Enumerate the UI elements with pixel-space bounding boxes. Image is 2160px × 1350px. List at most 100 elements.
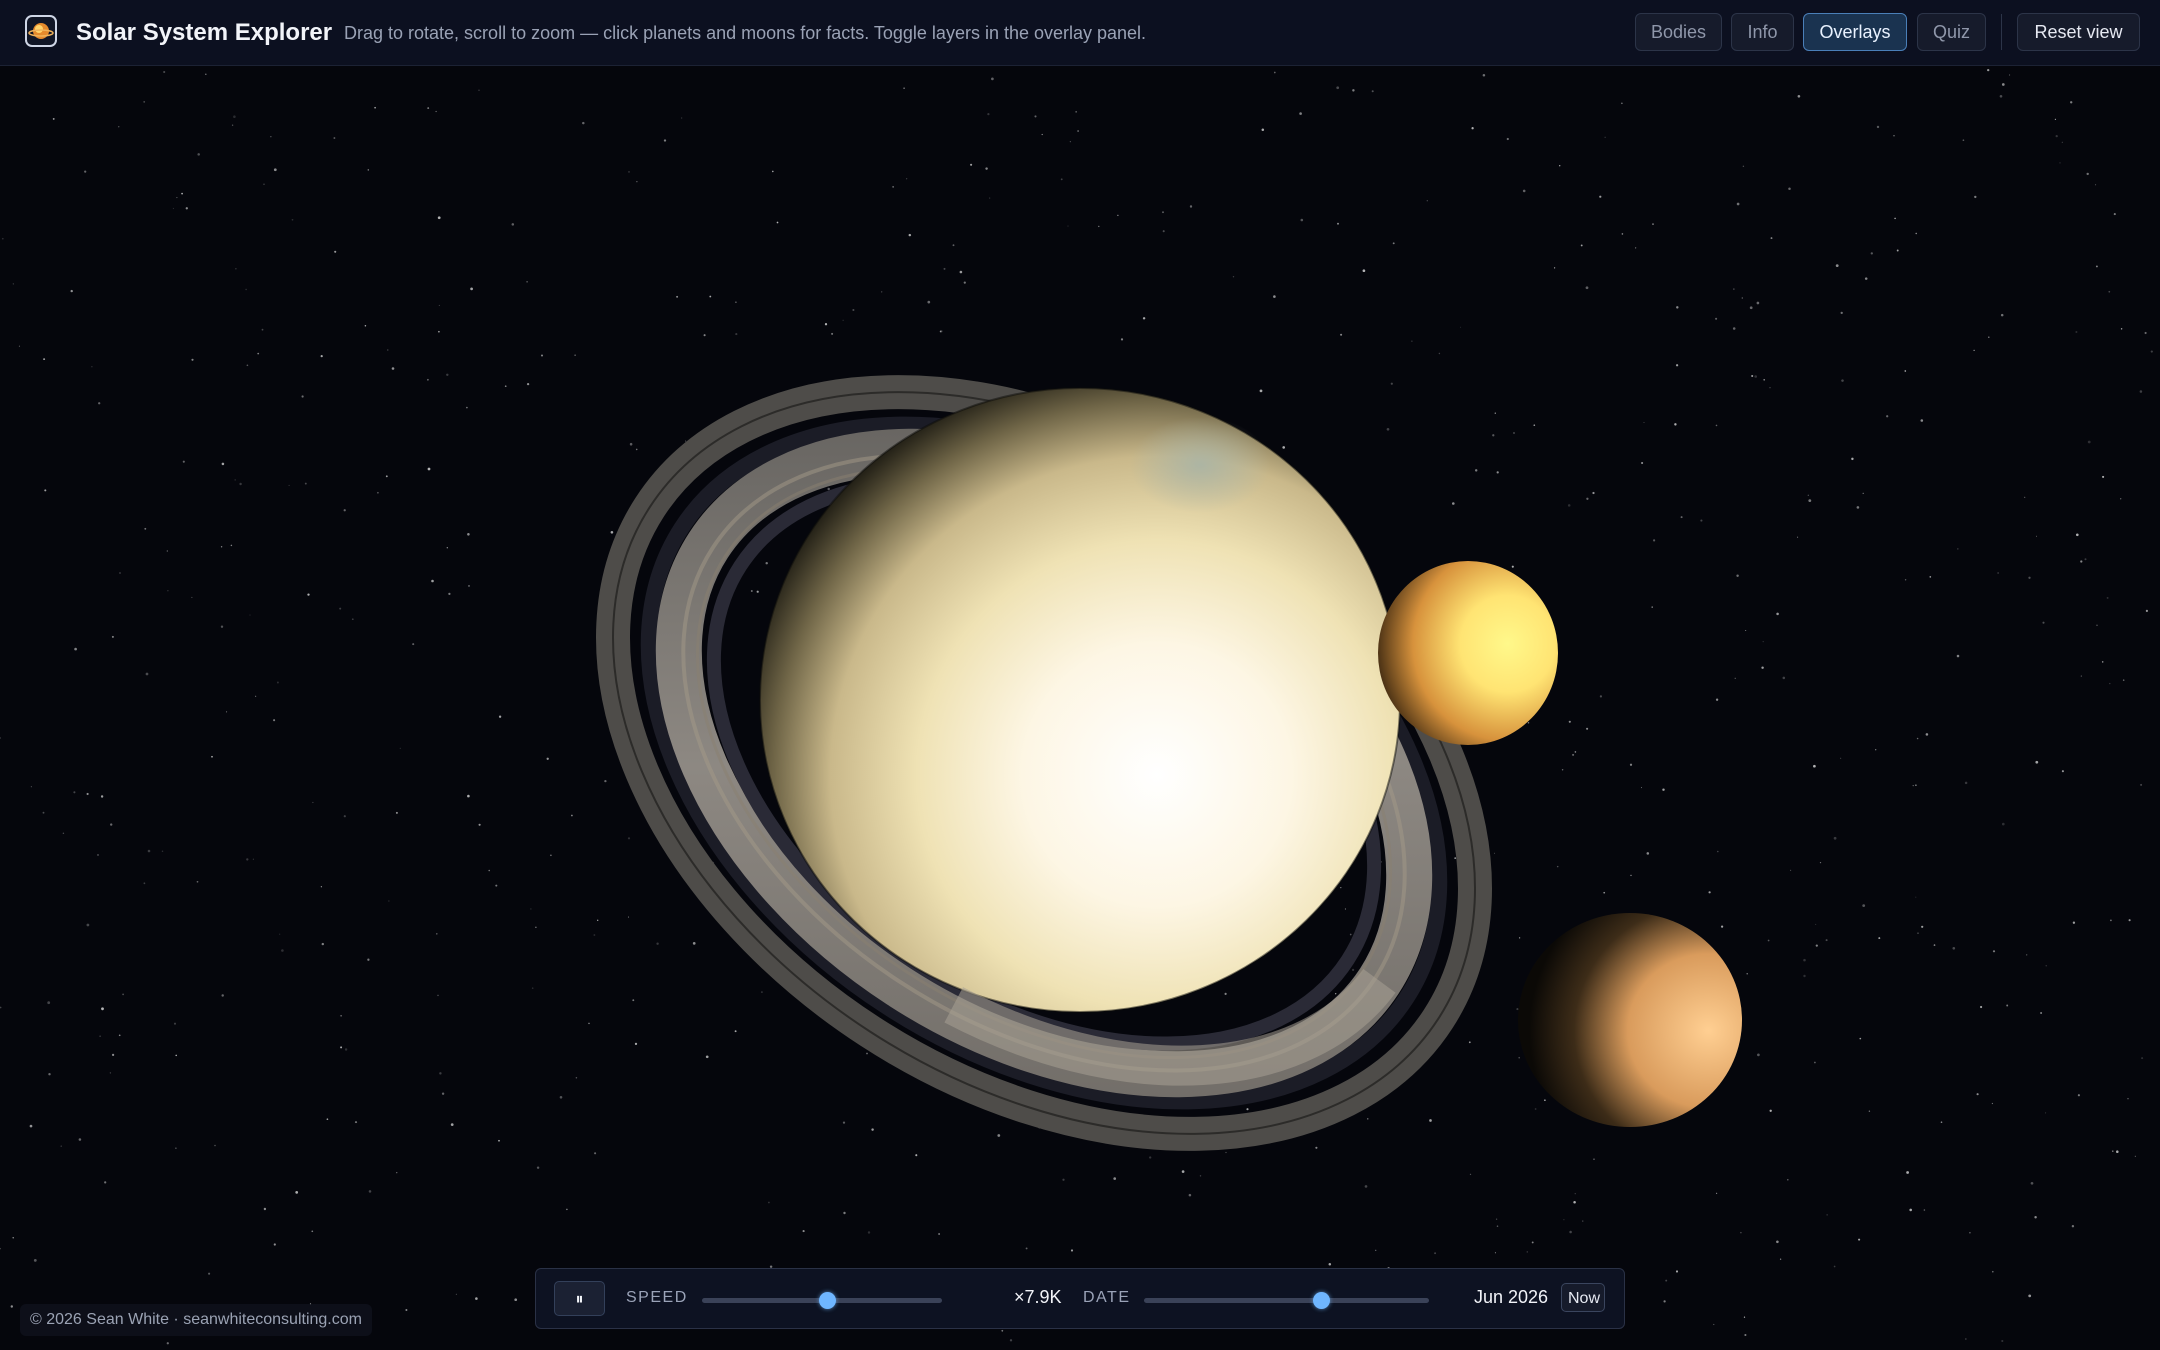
star: [1429, 1119, 1432, 1122]
star: [1952, 946, 1956, 950]
star: [842, 319, 844, 321]
tab-overlays[interactable]: Overlays: [1803, 13, 1907, 51]
star: [1494, 412, 1496, 414]
saturn-planet[interactable]: [759, 387, 1401, 1013]
star: [1769, 1109, 1772, 1112]
date-slider[interactable]: [1144, 1292, 1429, 1309]
now-button[interactable]: Now: [1561, 1283, 1605, 1312]
star: [255, 695, 257, 697]
star: [1070, 1249, 1074, 1252]
star: [144, 527, 147, 530]
tab-info[interactable]: Info: [1731, 13, 1794, 51]
star: [340, 1046, 343, 1049]
star: [2144, 331, 2147, 335]
star: [467, 794, 470, 798]
star: [1225, 1151, 1227, 1154]
speed-slider[interactable]: [702, 1292, 942, 1309]
star: [2108, 290, 2111, 293]
star: [1522, 189, 1526, 193]
star: [1976, 1093, 1979, 1096]
star: [1162, 211, 1164, 214]
star: [1856, 506, 1860, 509]
star: [2109, 682, 2111, 685]
space-scene[interactable]: [0, 0, 2160, 1350]
star: [438, 330, 440, 333]
star: [279, 933, 281, 935]
star: [1001, 1329, 1004, 1332]
star: [1599, 695, 1603, 698]
star: [1282, 446, 1286, 449]
star: [1925, 733, 1929, 736]
star: [1886, 415, 1889, 418]
star: [2002, 822, 2005, 826]
star: [1940, 1121, 1943, 1123]
star: [166, 550, 168, 552]
star: [1751, 374, 1754, 378]
date-slider-thumb[interactable]: [1312, 1292, 1330, 1309]
star: [1859, 1037, 1862, 1040]
star: [2095, 265, 2098, 268]
star: [1736, 574, 1739, 578]
star: [1797, 94, 1801, 98]
star: [536, 1166, 540, 1169]
star: [1716, 1192, 1718, 1194]
star: [1511, 565, 1514, 568]
speed-slider-thumb[interactable]: [818, 1292, 836, 1309]
star: [62, 832, 65, 835]
star: [1808, 499, 1812, 502]
star: [2096, 624, 2098, 627]
star: [1815, 923, 1817, 925]
header-divider: [2001, 14, 2002, 50]
star: [1909, 1208, 1912, 1212]
star: [295, 1191, 299, 1194]
star: [1956, 548, 1959, 550]
star: [441, 1092, 445, 1095]
star: [938, 1233, 941, 1235]
star: [1652, 223, 1654, 225]
star: [1923, 1209, 1926, 1211]
reset-view-button[interactable]: Reset view: [2017, 13, 2140, 51]
star: [593, 934, 596, 936]
date-label: DATE: [1083, 1289, 1131, 1306]
star: [2080, 560, 2083, 563]
star: [47, 1001, 51, 1005]
pause-button[interactable]: ⏸: [554, 1281, 605, 1316]
star: [1662, 788, 1665, 791]
speed-label: SPEED: [626, 1289, 688, 1306]
star: [1077, 130, 1080, 132]
star: [2120, 328, 2123, 330]
star: [1621, 102, 1623, 105]
star: [627, 916, 630, 918]
star: [1273, 71, 1276, 74]
star: [1149, 1156, 1152, 1159]
star: [1915, 784, 1917, 787]
time-controls: ⏸ SPEED ×7.9K DATE Jun 2026 Now: [535, 1268, 1625, 1329]
moon-yellow[interactable]: [1378, 561, 1558, 745]
star: [776, 221, 779, 224]
tab-bodies[interactable]: Bodies: [1635, 13, 1722, 51]
star: [475, 1297, 478, 1300]
star: [1315, 1146, 1318, 1149]
moon-orange[interactable]: [1518, 913, 1742, 1127]
star: [367, 958, 370, 961]
star: [915, 1154, 918, 1157]
star: [86, 923, 90, 927]
star: [2120, 498, 2122, 500]
star: [84, 170, 87, 173]
star: [1980, 1005, 1983, 1009]
tab-quiz[interactable]: Quiz: [1917, 13, 1986, 51]
star: [368, 1190, 372, 1193]
star: [1495, 1218, 1498, 1220]
star: [1567, 504, 1571, 507]
star: [1973, 349, 1975, 352]
star: [1516, 1008, 1519, 1011]
star: [2061, 770, 2064, 773]
star: [594, 1152, 597, 1155]
star: [1814, 1061, 1816, 1064]
star: [1732, 327, 1736, 330]
star: [1987, 68, 1990, 72]
star: [99, 1035, 101, 1037]
star: [511, 223, 515, 226]
star: [1142, 317, 1146, 320]
star: [1761, 666, 1764, 669]
